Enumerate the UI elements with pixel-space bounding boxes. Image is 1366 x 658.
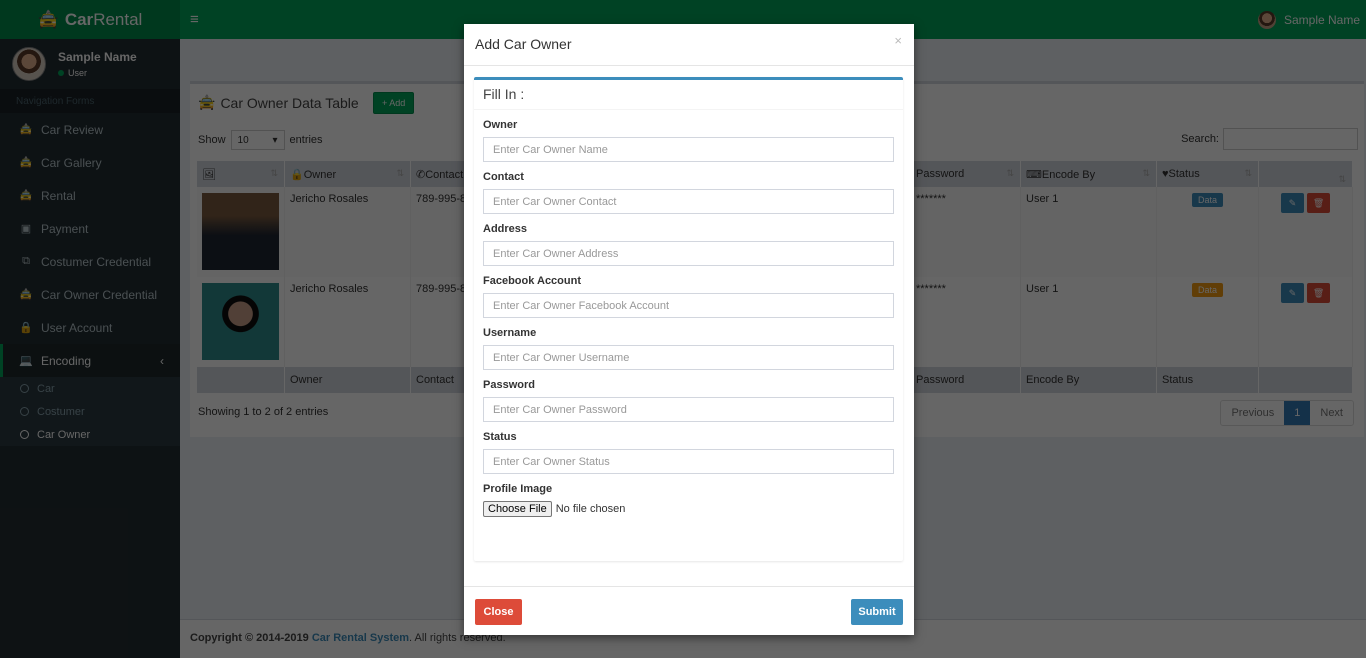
form-group-profile-image: Profile Image Choose File No file chosen xyxy=(483,483,626,517)
form-group-contact: Contact Enter Car Owner Contact xyxy=(474,171,903,214)
fill-in-panel: Fill In : Owner Enter Car Owner Name Cont… xyxy=(474,77,903,561)
form-group-address: Address Enter Car Owner Address xyxy=(474,223,903,266)
close-icon[interactable]: × xyxy=(894,33,902,48)
choose-file-button[interactable]: Choose File xyxy=(483,501,552,517)
file-status: No file chosen xyxy=(555,503,626,515)
form-group-facebook: Facebook Account Enter Car Owner Facebook… xyxy=(474,275,903,318)
panel-title: Fill In : xyxy=(474,80,903,110)
modal-title: Add Car Owner xyxy=(475,36,572,52)
submit-button[interactable]: Submit xyxy=(851,599,903,625)
contact-input[interactable]: Enter Car Owner Contact xyxy=(483,189,894,214)
owner-input[interactable]: Enter Car Owner Name xyxy=(483,137,894,162)
close-button[interactable]: Close xyxy=(475,599,522,625)
status-input[interactable]: Enter Car Owner Status xyxy=(483,449,894,474)
password-input[interactable]: Enter Car Owner Password xyxy=(483,397,894,422)
form-group-status: Status Enter Car Owner Status xyxy=(474,431,903,474)
facebook-input[interactable]: Enter Car Owner Facebook Account xyxy=(483,293,894,318)
modal-footer: Close Submit xyxy=(464,586,914,635)
modal-header: Add Car Owner × xyxy=(464,24,914,66)
address-input[interactable]: Enter Car Owner Address xyxy=(483,241,894,266)
form-group-username: Username Enter Car Owner Username xyxy=(474,327,903,370)
username-input[interactable]: Enter Car Owner Username xyxy=(483,345,894,370)
form-group-password: Password Enter Car Owner Password xyxy=(474,379,903,422)
form-group-owner: Owner Enter Car Owner Name xyxy=(474,119,903,162)
add-car-owner-modal: Add Car Owner × Fill In : Owner Enter Car… xyxy=(464,24,914,635)
